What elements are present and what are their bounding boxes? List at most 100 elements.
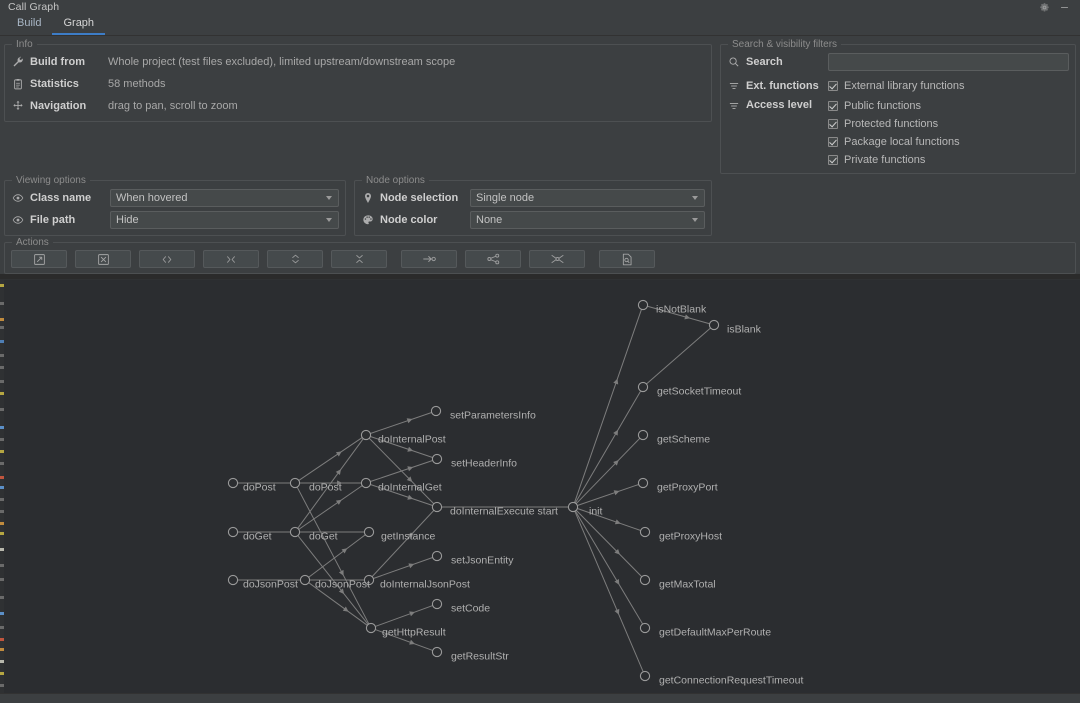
gutter-mark bbox=[0, 326, 4, 329]
graph-node[interactable] bbox=[431, 646, 443, 658]
checkbox-box bbox=[828, 154, 838, 165]
fit-window-icon bbox=[97, 253, 110, 266]
graph-node-label: getScheme bbox=[657, 434, 710, 446]
graph-node[interactable] bbox=[637, 429, 649, 441]
graph-edge-arrow bbox=[613, 490, 620, 496]
graph-node-label: doInternalPost bbox=[378, 434, 446, 446]
graph-edge bbox=[577, 508, 641, 531]
graph-node-label: doJsonPost bbox=[243, 579, 298, 591]
titlebar-actions bbox=[1039, 2, 1076, 13]
graph-node[interactable] bbox=[637, 299, 649, 311]
graph-node-label: setParametersInfo bbox=[450, 410, 536, 422]
graph-edge bbox=[371, 510, 435, 577]
fit-to-window-button[interactable] bbox=[75, 250, 131, 268]
gear-icon[interactable] bbox=[1039, 2, 1050, 13]
tab-build[interactable]: Build bbox=[6, 18, 52, 35]
graph-node[interactable] bbox=[430, 405, 442, 417]
filter-icon bbox=[727, 99, 741, 113]
gutter-mark bbox=[0, 510, 4, 513]
graph-edge-arrow bbox=[335, 451, 342, 457]
graph-node[interactable] bbox=[639, 574, 651, 586]
checkbox-public-functions[interactable]: Public functions bbox=[828, 97, 960, 114]
gutter-mark bbox=[0, 476, 4, 479]
eye-icon bbox=[11, 213, 25, 227]
graph-node[interactable] bbox=[360, 429, 372, 441]
gutter-mark bbox=[0, 438, 4, 441]
graph-node[interactable] bbox=[567, 501, 579, 513]
graph-node[interactable] bbox=[708, 319, 720, 331]
graph-node[interactable] bbox=[289, 477, 301, 489]
actions-toolbar bbox=[11, 249, 1069, 268]
graph-node[interactable] bbox=[637, 477, 649, 489]
graph-node-label: doGet bbox=[309, 531, 338, 543]
graph-node[interactable] bbox=[639, 526, 651, 538]
node-option-label-node-color: Node color bbox=[380, 213, 438, 226]
show-only-upstream-button[interactable] bbox=[401, 250, 457, 268]
checkbox-protected-functions[interactable]: Protected functions bbox=[828, 115, 960, 132]
expand-diagonal-icon bbox=[33, 253, 46, 266]
graph-node[interactable] bbox=[431, 453, 443, 465]
export-button[interactable] bbox=[599, 250, 655, 268]
checkbox-external-library-functions[interactable]: External library functions bbox=[828, 77, 964, 94]
control-panel: Info Build from Whole project (test file… bbox=[0, 36, 1080, 274]
call-graph-svg[interactable]: doPost doPost doGet doGet doJsonPost doJsonPo… bbox=[0, 280, 1080, 693]
filters-panel: Search & visibility filters Search Ext. … bbox=[720, 39, 1076, 174]
node-color-select[interactable]: None bbox=[470, 210, 705, 229]
gutter-mark bbox=[0, 366, 4, 369]
graph-node[interactable] bbox=[289, 526, 301, 538]
graph-node-label: getDefaultMaxPerRoute bbox=[659, 627, 771, 639]
graph-node[interactable] bbox=[363, 526, 375, 538]
info-value-statistics: 58 methods bbox=[108, 77, 166, 90]
gutter-mark bbox=[0, 532, 4, 535]
graph-edge bbox=[577, 484, 639, 506]
chevron-down-icon bbox=[326, 195, 332, 200]
minimize-icon[interactable] bbox=[1059, 2, 1070, 13]
tab-graph[interactable]: Graph bbox=[52, 18, 106, 35]
graph-node-label: getProxyPort bbox=[657, 482, 718, 494]
graph-node[interactable] bbox=[637, 381, 649, 393]
decrease-horizontal-spacing-button[interactable] bbox=[203, 250, 259, 268]
filters-legend: Search & visibility filters bbox=[728, 39, 842, 50]
arrows-vertical-out-icon bbox=[290, 252, 301, 266]
graph-edge bbox=[373, 557, 433, 579]
graph-node[interactable] bbox=[227, 574, 239, 586]
window-titlebar: Call Graph bbox=[0, 0, 1080, 14]
graph-node[interactable] bbox=[639, 670, 651, 682]
gutter-mark bbox=[0, 318, 4, 321]
graph-node-label: getSocketTimeout bbox=[657, 386, 741, 398]
eye-icon bbox=[11, 191, 25, 205]
graph-node[interactable] bbox=[299, 574, 311, 586]
graph-node[interactable] bbox=[227, 526, 239, 538]
graph-node[interactable] bbox=[360, 477, 372, 489]
class-name-select[interactable]: When hovered bbox=[110, 188, 339, 207]
graph-node[interactable] bbox=[431, 598, 443, 610]
graph-node[interactable] bbox=[431, 501, 443, 513]
graph-labels: doPost doPost doGet doGet doJsonPost doJsonPo… bbox=[243, 304, 803, 687]
graph-node[interactable] bbox=[431, 550, 443, 562]
search-input[interactable] bbox=[828, 52, 1069, 71]
show-upstream-downstream-button[interactable] bbox=[529, 250, 585, 268]
graph-edge bbox=[296, 486, 370, 625]
checkbox-package-local-functions[interactable]: Package local functions bbox=[828, 133, 960, 150]
filter-row-search: Search bbox=[727, 52, 1069, 71]
checkbox-label: Package local functions bbox=[844, 135, 960, 148]
info-row-navigation: Navigation drag to pan, scroll to zoom bbox=[11, 96, 705, 115]
info-panel: Info Build from Whole project (test file… bbox=[4, 39, 712, 122]
file-path-select[interactable]: Hide bbox=[110, 210, 339, 229]
node-selection-select[interactable]: Single node bbox=[470, 188, 705, 207]
show-only-downstream-button[interactable] bbox=[465, 250, 521, 268]
graph-edge-arrow bbox=[406, 418, 413, 424]
increase-horizontal-spacing-button[interactable] bbox=[139, 250, 195, 268]
fit-to-best-ratio-button[interactable] bbox=[11, 250, 67, 268]
graph-edge bbox=[298, 437, 363, 481]
checkbox-private-functions[interactable]: Private functions bbox=[828, 151, 960, 168]
graph-node[interactable] bbox=[227, 477, 239, 489]
gutter-mark bbox=[0, 578, 4, 581]
increase-vertical-spacing-button[interactable] bbox=[267, 250, 323, 268]
graph-edge-arrow bbox=[407, 494, 414, 500]
call-graph-canvas[interactable]: doPost doPost doGet doGet doJsonPost doJsonPo… bbox=[0, 279, 1080, 693]
graph-node-label: getHttpResult bbox=[382, 627, 446, 639]
graph-node-label: doGet bbox=[243, 531, 272, 543]
graph-node-label: getProxyHost bbox=[659, 531, 722, 543]
decrease-vertical-spacing-button[interactable] bbox=[331, 250, 387, 268]
